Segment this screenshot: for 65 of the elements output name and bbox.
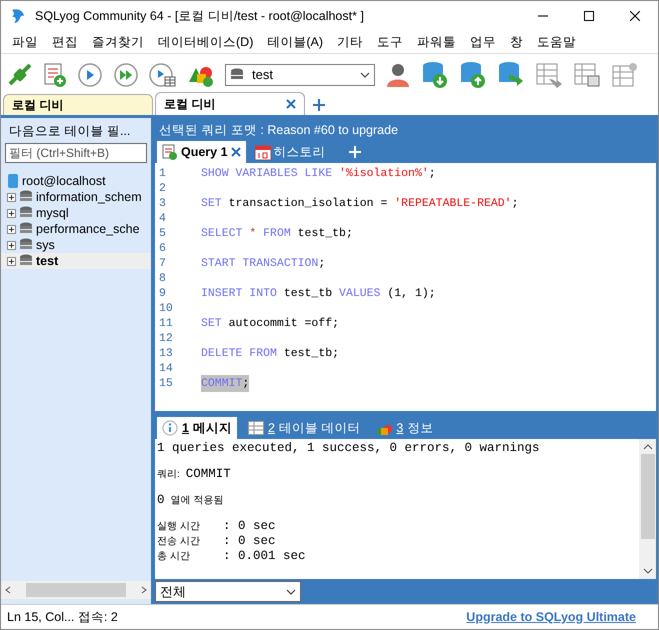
menu-item[interactable]: 편집 (45, 30, 85, 54)
connection-tab[interactable]: 로컬 디비 (3, 94, 153, 115)
message-value: 0 (157, 492, 165, 510)
message-text: 1 queries executed, 1 success, 0 errors, 0 warnings (157, 440, 540, 458)
menu-item[interactable]: 창 (503, 30, 530, 54)
message-label: 쿼리: (157, 468, 180, 482)
line-number: 7 (158, 256, 167, 272)
result-tab[interactable]: 2 테이블 데이터 (242, 417, 366, 440)
message-label: 열에 적용됨 (170, 494, 224, 508)
line-number: 4 (158, 210, 167, 227)
connection-tab[interactable]: 로컬 디비 (155, 92, 305, 115)
line-number: 3 (158, 196, 167, 212)
line-number: 12 (158, 330, 174, 347)
line-number: 6 (158, 240, 167, 257)
menu-item[interactable]: 즐겨찾기 (85, 30, 151, 54)
message-value: : 0.001 sec (223, 548, 306, 566)
message-filter-dropdown[interactable]: 전체 (155, 581, 301, 602)
code-line: INSERT INTO test_tb VALUES (1, 1); (201, 286, 436, 302)
menu-item[interactable]: 기타 (330, 30, 370, 54)
message-label: 총 시간 (157, 550, 191, 564)
status-text: Ln 15, Col... 접속: 2 (7, 608, 118, 626)
line-number: 10 (158, 300, 174, 317)
line-number: 2 (158, 180, 167, 197)
result-tab[interactable]: 1 메시지 (157, 417, 237, 440)
line-number: 11 (158, 316, 174, 332)
result-tab[interactable]: 3 정보 (371, 417, 438, 440)
line-number: 9 (158, 286, 167, 302)
tree-item[interactable]: information_schem (1, 189, 151, 205)
filter-field[interactable]: 필터 (Ctrl+Shift+B) (5, 143, 147, 163)
code-line: SET autocommit =off; (201, 316, 340, 332)
line-number: 15 (158, 376, 174, 392)
tree-item[interactable]: test (1, 253, 151, 269)
menu-item[interactable]: 도움말 (530, 30, 584, 54)
upgrade-link[interactable]: Upgrade to SQLyog Ultimate (466, 608, 636, 626)
database-dropdown[interactable]: test (225, 64, 375, 86)
menu-item[interactable]: 데이터베이스(D) (151, 30, 260, 54)
message-value: : 0 sec (223, 518, 276, 536)
tree-item[interactable]: root@localhost (1, 173, 151, 189)
query-tab[interactable]: 히스토리 (250, 141, 331, 163)
tree-item[interactable]: performance_sche (1, 221, 151, 237)
query-tab[interactable]: Query 1 (157, 141, 246, 163)
line-number: 5 (158, 226, 167, 242)
line-number: 14 (158, 360, 174, 377)
tree-item[interactable]: mysql (1, 205, 151, 221)
window-title: SQLyog Community 64 - [로컬 디비/test - root@localhost* ] (35, 8, 364, 25)
menu-item[interactable]: 파워툴 (410, 30, 464, 54)
message-value: COMMIT (186, 466, 231, 484)
menu-item[interactable]: 테이블(A) (260, 30, 330, 54)
message-label: 전송 시간 (157, 535, 201, 550)
menu-item[interactable]: 파일 (5, 30, 45, 54)
panel-heading: 다음으로 테이블 필... (8, 123, 132, 140)
tree-item[interactable]: sys (1, 237, 151, 253)
code-line: DELETE FROM test_tb; (201, 346, 340, 362)
code-line: START TRANSACTION; (201, 256, 326, 272)
menu-item[interactable]: 업무 (463, 30, 504, 54)
code-line: SELECT * FROM test_tb; (201, 226, 353, 242)
line-number: 1 (158, 166, 167, 182)
message-label: 실행 시간 (157, 520, 201, 534)
code-line: SHOW VARIABLES LIKE '%isolation%'; (201, 166, 436, 182)
message-value: : 0 sec (223, 533, 276, 550)
menu-item[interactable]: 도구 (370, 30, 410, 54)
info-bar-text: 선택된 쿼리 포맷 : Reason #60 to upgrade (158, 122, 400, 139)
line-number: 8 (158, 270, 167, 287)
code-line: SET transaction_isolation = 'REPEATABLE-READ'; (201, 196, 518, 212)
line-number: 13 (158, 346, 174, 362)
